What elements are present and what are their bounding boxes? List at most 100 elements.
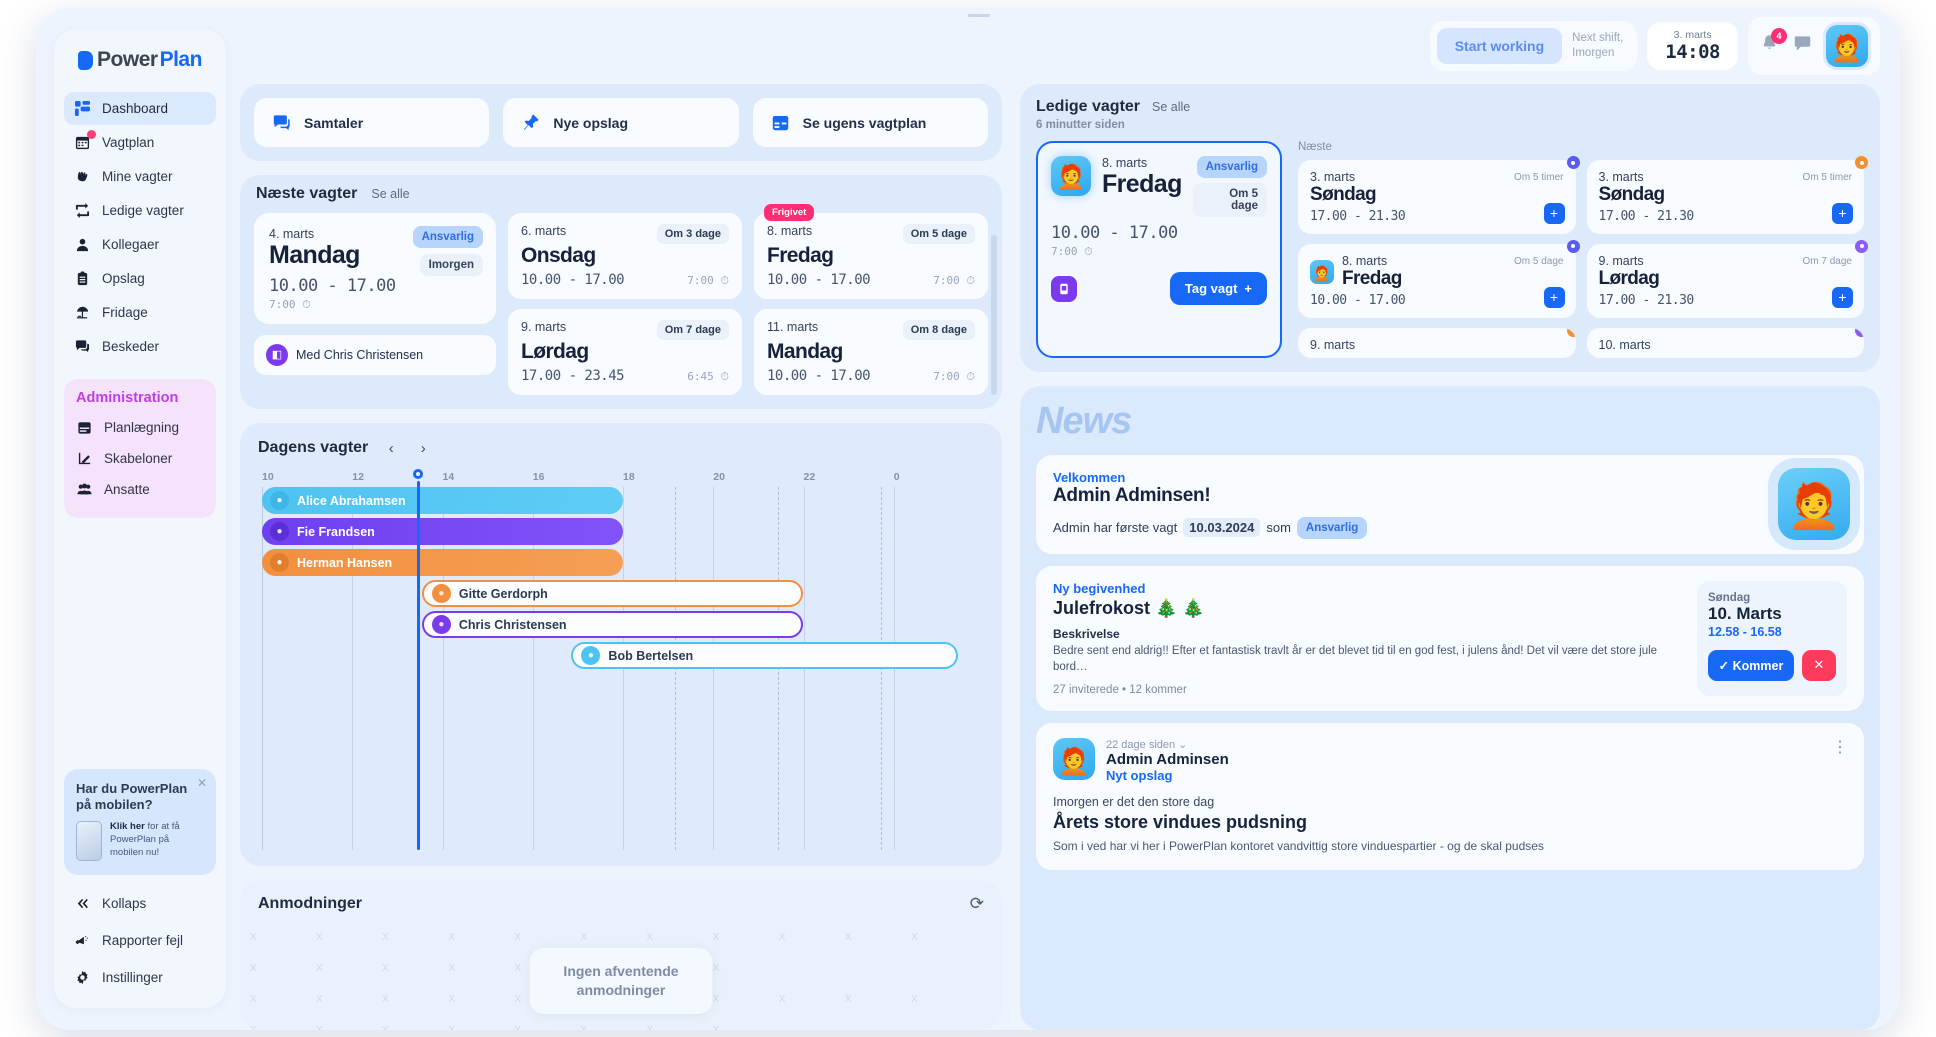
left-column: Samtaler Nye opslag Se ugens vagtplan Næ… [240,84,1002,1030]
promo-text: Klik her for at få PowerPlan på mobilen … [110,821,204,859]
featured-shift-tags: Ansvarlig Imorgen [412,226,483,276]
featured-open-shift[interactable]: 🧑‍🦰 8. marts Fredag Ansvarlig Om 5 dage [1036,141,1282,358]
status-dot [1566,156,1580,169]
sidebar-item-vagtplan[interactable]: Vagtplan [64,126,216,159]
gantt-bar[interactable]: ● Chris Christensen [421,611,804,639]
gantt-bar[interactable]: ● Herman Hansen [262,549,623,577]
take-shift-button[interactable]: Tag vagt + [1169,272,1267,305]
event-accept-button[interactable]: ✓ Kommer [1708,649,1794,681]
shift-card[interactable]: 6. marts Om 3 dage Onsdag 10.00 - 17.00 … [508,213,742,300]
gantt-now-line [413,469,424,850]
gantt-header: Dagens vagter ‹ › [258,439,984,457]
shift-control: Start working Next shift, Imorgen [1429,21,1638,71]
add-shift-button[interactable]: + [1832,286,1853,308]
next-day-button[interactable]: › [414,439,432,457]
shift-card[interactable]: Frigivet 8. marts Om 5 dage Fredag 10.00… [754,204,988,300]
quick-action-se-ugens-vagtplan[interactable]: Se ugens vagtplan [752,98,988,147]
event-decline-button[interactable]: ✕ [1802,649,1836,681]
clock-date: 3. marts [1673,29,1712,41]
sidebar-item-dashboard[interactable]: Dashboard [64,92,216,125]
shift-time: 17.00 - 21.30 [1598,292,1695,308]
gantt-bar[interactable]: ● Fie Frandsen [262,518,623,546]
right-column: Ledige vagter Se alle 6 minutter siden 🧑… [1020,84,1880,1030]
start-working-button[interactable]: Start working [1436,28,1563,64]
sidebar-label: Fridage [102,305,148,320]
gantt-axis: 10 12 14 16 18 20 22 0 [262,471,984,487]
promo-link[interactable]: Klik her [110,821,145,832]
gantt-bar[interactable]: ● Alice Abrahamsen [262,487,623,515]
avatar[interactable]: 🧑‍🦰 [1826,25,1868,67]
refresh-icon[interactable]: ⟳ [970,894,984,914]
sidebar-item-beskeder[interactable]: Beskeder [64,330,216,363]
next-shifts-panel: Næste vagter Se alle Ansvarlig Imorgen 4… [240,175,1002,410]
sidebar-item-opslag[interactable]: Opslag [64,262,216,295]
beach-icon [74,304,91,321]
gantt-bar-avatar: ● [431,584,451,604]
calendar-icon [771,113,790,132]
open-shift-card[interactable]: 10. marts [1586,327,1864,358]
when-tag: Om 5 dage [1192,183,1267,217]
sidebar-item-instillinger[interactable]: Instillinger [64,961,216,994]
gantt-bar[interactable]: ● Bob Bertelsen [571,642,959,670]
open-shift-card[interactable]: Om 5 timer 3. marts Søndag 17.00 - 21.30… [1298,156,1580,234]
event-desc-label: Beskrivelse [1053,626,1120,641]
featured-shift-card[interactable]: Ansvarlig Imorgen 4. marts Mandag 10.00 … [254,213,496,324]
see-all-link[interactable]: Se alle [1152,100,1190,114]
add-shift-button[interactable]: + [1543,286,1565,308]
chat-icon [272,113,291,132]
open-shift-card[interactable]: Om 7 dage 9. marts Lørdag 17.00 - 21.30 … [1586,239,1868,318]
open-shift-column-1: Om 5 timer 3. marts Søndag 17.00 - 21.30… [1298,156,1580,358]
people-icon [76,481,93,498]
open-shift-card[interactable]: Om 5 dage 🧑‍🦰 8. marts Fredag [1298,239,1580,318]
open-shift-card[interactable]: 9. marts [1298,327,1576,358]
quick-action-samtaler[interactable]: Samtaler [254,98,490,147]
quick-actions-row: Samtaler Nye opslag Se ugens vagtplan [240,84,1002,161]
collapse-icon [74,895,91,912]
shift-day: Lørdag [521,340,589,364]
shift-day: Søndag [1310,184,1377,205]
gantt-bar-label: Bob Bertelsen [608,648,694,663]
sidebar-item-rapporter-fejl[interactable]: Rapporter fejl [64,924,216,957]
shift-date: 11. marts [767,320,819,335]
sidebar-item-planlaegning[interactable]: Planlægning [64,412,216,443]
sidebar-item-ledige-vagter[interactable]: Ledige vagter [64,194,216,227]
sidebar-item-kollaps[interactable]: Kollaps [64,887,216,920]
sidebar-item-kollegaer[interactable]: Kollegaer [64,228,216,261]
quick-action-nye-opslag[interactable]: Nye opslag [503,98,739,147]
shift-card[interactable]: 11. marts Om 8 dage Mandag 10.00 - 17.00… [754,309,988,396]
shift-card[interactable]: 9. marts Om 7 dage Lørdag 17.00 - 23.45 … [508,309,742,396]
post-menu-icon[interactable]: ⋮ [1832,737,1849,757]
close-icon[interactable]: ✕ [197,776,207,790]
swap-icon [74,202,91,219]
shift-time: 10.00 - 17.00 [1310,292,1406,308]
shift-duration: 7:00 ⏱ [933,274,975,288]
sidebar-label: Mine vagter [102,169,173,184]
sidebar-item-fridage[interactable]: Fridage [64,296,216,329]
open-shifts-body: 🧑‍🦰 8. marts Fredag Ansvarlig Om 5 dage [1036,141,1868,358]
sidebar-item-skabeloner[interactable]: Skabeloner [64,443,216,474]
next-shift-info: Next shift, Imorgen [1572,31,1623,61]
requests-header: Anmodninger ⟳ [258,894,984,914]
news-panel: News Velkommen Admin Adminsen! Admin har… [1020,385,1880,1030]
shifts-scrollbar[interactable] [991,235,997,395]
sidebar-item-mine-vagter[interactable]: Mine vagter [64,160,216,193]
gantt-bar[interactable]: ● Gitte Gerdorph [421,580,804,608]
open-shift-card[interactable]: Om 5 timer 3. marts Søndag 17.00 - 21.30… [1586,156,1868,234]
next-shifts-grid: Ansvarlig Imorgen 4. marts Mandag 10.00 … [254,204,988,396]
shift-when: Om 7 dage [656,320,729,341]
add-shift-button[interactable]: + [1832,202,1853,224]
plus-icon: + [1244,281,1252,296]
shift-date: 8. marts [1342,253,1388,268]
see-all-link[interactable]: Se alle [371,187,409,201]
welcome-text-mid: som [1266,520,1291,536]
add-shift-button[interactable]: + [1543,202,1565,224]
notifications-button[interactable]: 4 [1760,28,1787,58]
chat-icon [1794,36,1811,51]
messages-button[interactable] [1793,34,1812,58]
shift-type-icon [1051,275,1077,302]
sidebar-item-ansatte[interactable]: Ansatte [64,474,216,505]
shift-time: 10.00 - 17.00 [767,272,871,289]
prev-day-button[interactable]: ‹ [382,439,400,457]
gantt-now-handle[interactable] [413,469,424,480]
